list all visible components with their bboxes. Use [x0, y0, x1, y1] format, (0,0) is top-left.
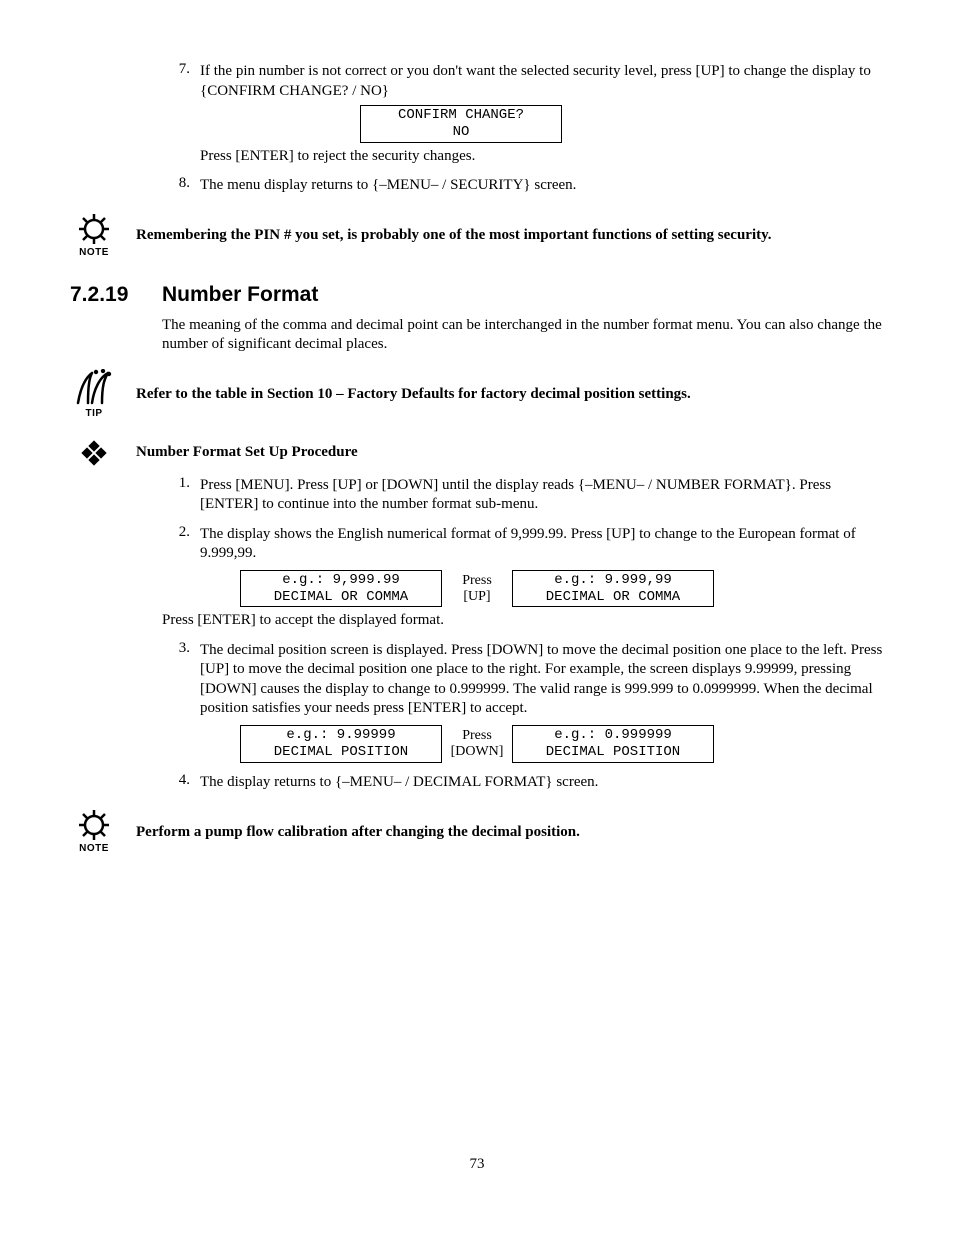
tip-callout: TIP Refer to the table in Section 10 – F… — [70, 369, 884, 420]
list-number: 3. — [162, 639, 200, 767]
press-key-label: Press [DOWN] — [442, 725, 512, 763]
lcd-display-decimal-eu: e.g.: 9.999,99 DECIMAL OR COMMA — [512, 570, 714, 608]
lcd-line: e.g.: 0.999999 — [513, 727, 713, 744]
lcd-display-decpos-before: e.g.: 9.99999 DECIMAL POSITION — [240, 725, 442, 763]
list-text: The decimal position screen is displayed… — [200, 641, 884, 719]
list-item: 4. The display returns to {–MENU– / DECI… — [162, 771, 884, 797]
section-heading: 7.2.19 Number Format — [70, 281, 884, 308]
ordered-list-security-end: 7. If the pin number is not correct or y… — [162, 60, 884, 200]
heading-title: Number Format — [162, 281, 318, 308]
list-text: The display returns to {–MENU– / DECIMAL… — [200, 773, 884, 793]
press-word: Press — [462, 573, 492, 589]
note-text: Remembering the PIN # you set, is probab… — [136, 226, 884, 246]
procedure-heading: Number Format Set Up Procedure — [70, 438, 884, 468]
list-text: Press [MENU]. Press [UP] or [DOWN] until… — [200, 476, 884, 515]
lcd-line: e.g.: 9,999.99 — [241, 572, 441, 589]
list-item: 2. The display shows the English numeric… — [162, 523, 884, 635]
list-text: The display shows the English numerical … — [200, 525, 884, 564]
diamond-cluster-icon — [70, 438, 118, 468]
lcd-line: NO — [361, 124, 561, 141]
list-item: 8. The menu display returns to {–MENU– /… — [162, 174, 884, 200]
key-name: [UP] — [463, 589, 490, 605]
list-text: Press [ENTER] to reject the security cha… — [200, 147, 884, 167]
lcd-line: DECIMAL POSITION — [241, 744, 441, 761]
lcd-display-confirm-change: CONFIRM CHANGE? NO — [360, 105, 562, 143]
note-icon: NOTE — [70, 810, 118, 855]
heading-number: 7.2.19 — [70, 281, 140, 308]
list-text: Press [ENTER] to accept the displayed fo… — [162, 611, 884, 631]
lcd-display-decpos-after: e.g.: 0.999999 DECIMAL POSITION — [512, 725, 714, 763]
list-number: 7. — [162, 60, 200, 170]
tip-text: Refer to the table in Section 10 – Facto… — [136, 385, 884, 405]
key-name: [DOWN] — [451, 744, 504, 760]
note-label: NOTE — [79, 842, 109, 855]
tip-icon: TIP — [70, 369, 118, 420]
lcd-line: DECIMAL POSITION — [513, 744, 713, 761]
page-number: 73 — [70, 1155, 884, 1175]
note-callout: NOTE Remembering the PIN # you set, is p… — [70, 214, 884, 259]
lcd-line: DECIMAL OR COMMA — [241, 589, 441, 606]
section-intro: The meaning of the comma and decimal poi… — [162, 316, 884, 355]
list-item: 1. Press [MENU]. Press [UP] or [DOWN] un… — [162, 474, 884, 519]
lcd-line: e.g.: 9.99999 — [241, 727, 441, 744]
lcd-line: e.g.: 9.999,99 — [513, 572, 713, 589]
list-number: 4. — [162, 771, 200, 797]
note-label: NOTE — [79, 246, 109, 259]
list-number: 1. — [162, 474, 200, 519]
list-item: 7. If the pin number is not correct or y… — [162, 60, 884, 170]
procedure-title: Number Format Set Up Procedure — [136, 443, 358, 463]
press-key-label: Press [UP] — [442, 570, 512, 608]
tip-label: TIP — [85, 407, 102, 420]
list-item: 3. The decimal position screen is displa… — [162, 639, 884, 767]
note-callout: NOTE Perform a pump flow calibration aft… — [70, 810, 884, 855]
list-text: If the pin number is not correct or you … — [200, 62, 884, 101]
lcd-line: DECIMAL OR COMMA — [513, 589, 713, 606]
press-word: Press — [462, 728, 492, 744]
lcd-line: CONFIRM CHANGE? — [361, 107, 561, 124]
note-text: Perform a pump flow calibration after ch… — [136, 823, 884, 843]
list-number: 8. — [162, 174, 200, 200]
note-icon: NOTE — [70, 214, 118, 259]
lcd-display-decimal-us: e.g.: 9,999.99 DECIMAL OR COMMA — [240, 570, 442, 608]
ordered-list-procedure: 1. Press [MENU]. Press [UP] or [DOWN] un… — [162, 474, 884, 796]
list-text: The menu display returns to {–MENU– / SE… — [200, 176, 884, 196]
